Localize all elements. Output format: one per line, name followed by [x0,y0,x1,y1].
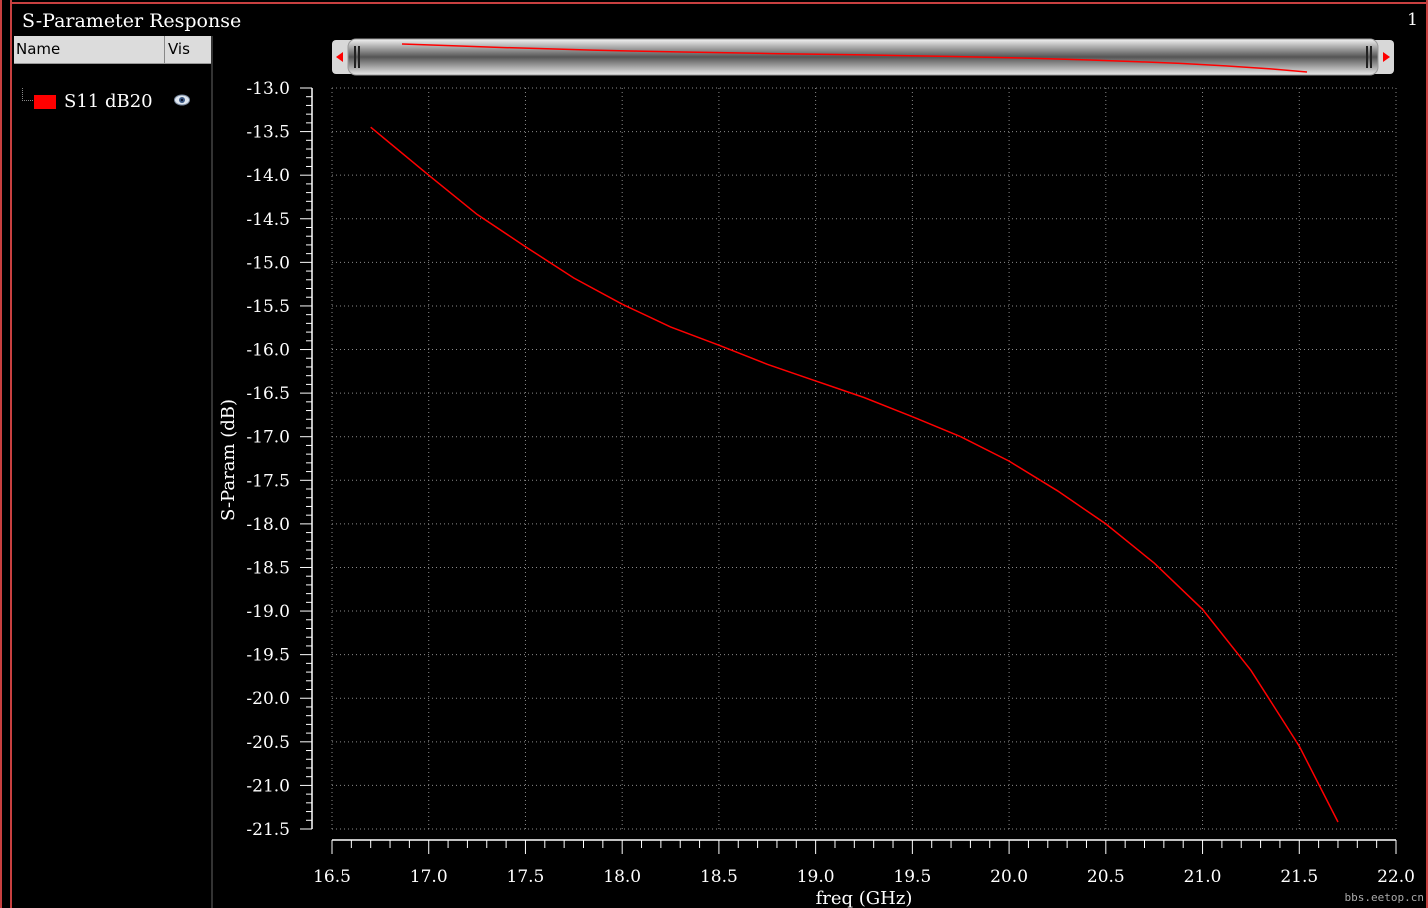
legend-item[interactable]: S11 dB20 [14,88,211,112]
title-bar: S-Parameter Response 1 [12,2,1426,34]
column-divider[interactable] [164,36,165,63]
tree-connector [22,88,33,101]
window-title: S-Parameter Response [22,10,242,32]
overview-scrollbar[interactable] [332,38,1394,76]
left-handle[interactable] [354,46,356,68]
window-border [10,0,12,908]
scrollbar-thumb[interactable] [347,38,1379,76]
window-frame [0,0,1428,908]
eye-icon[interactable] [174,94,190,106]
subwindow-number[interactable]: 1 [1407,10,1418,30]
legend-column-name[interactable]: Name [16,40,60,58]
right-handle[interactable] [1366,46,1368,68]
legend-header: Name Vis [14,36,211,64]
legend-color-swatch [34,95,56,109]
watermark: bbs.eetop.cn [1344,891,1424,904]
legend-column-vis[interactable]: Vis [168,40,190,58]
legend-panel: Name Vis S11 dB20 [14,36,213,908]
left-handle[interactable] [358,46,360,68]
legend-item-label: S11 dB20 [64,91,153,112]
right-handle[interactable] [1370,46,1372,68]
